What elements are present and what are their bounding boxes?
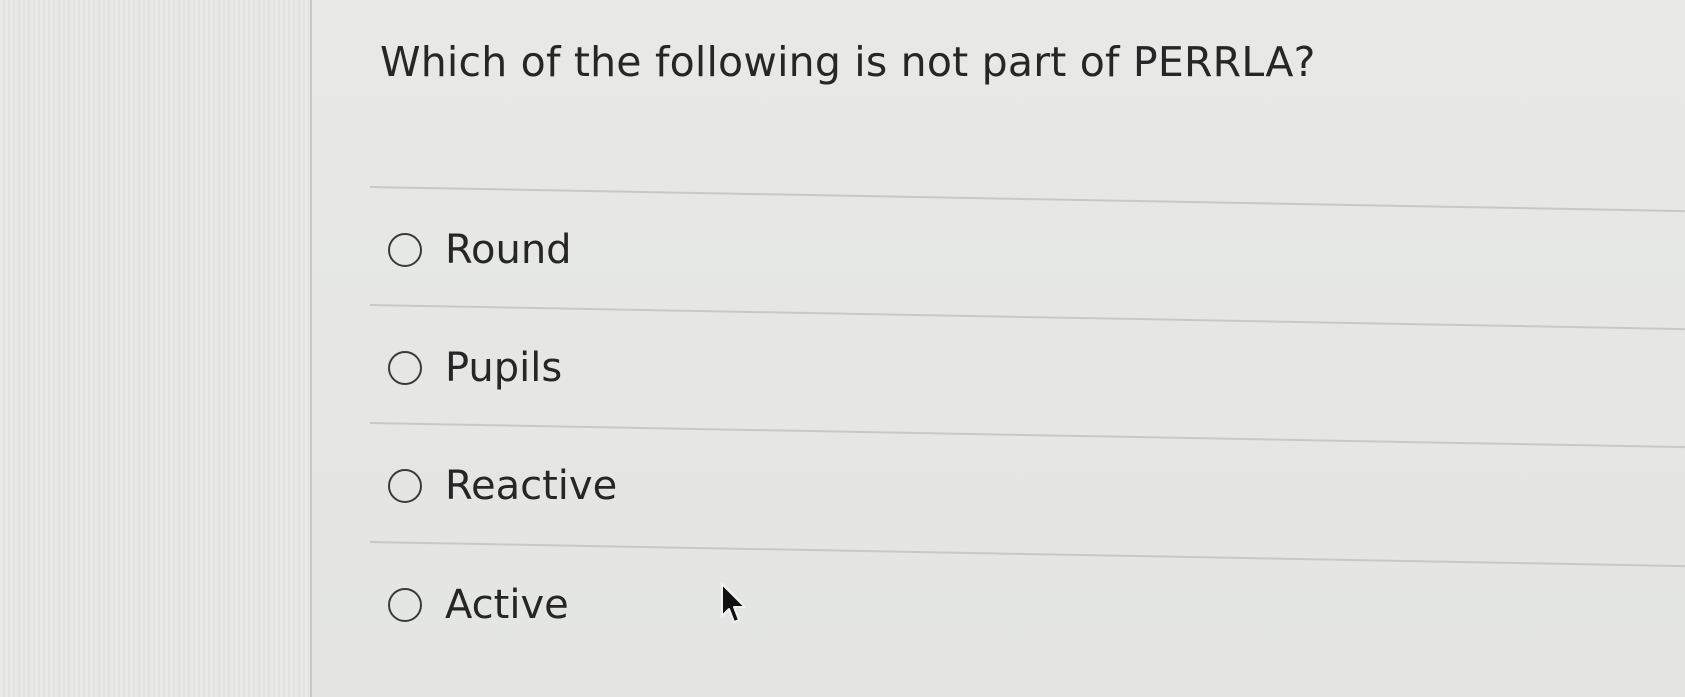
- left-panel: [0, 0, 310, 697]
- answer-option-reactive[interactable]: Reactive: [388, 461, 617, 511]
- answer-label: Round: [445, 227, 572, 273]
- answer-label: Pupils: [445, 345, 563, 391]
- radio-unselected-icon[interactable]: [388, 233, 422, 267]
- mouse-pointer-icon: [721, 583, 746, 623]
- answer-label: Reactive: [445, 463, 618, 509]
- question-text: Which of the following is not part of PE…: [380, 38, 1316, 86]
- answer-option-round[interactable]: Round: [388, 225, 572, 275]
- answer-option-pupils[interactable]: Pupils: [388, 343, 562, 393]
- radio-unselected-icon[interactable]: [388, 351, 422, 385]
- answer-label: Active: [445, 582, 569, 628]
- radio-unselected-icon[interactable]: [388, 588, 422, 622]
- answer-option-active[interactable]: Active: [388, 580, 569, 630]
- radio-unselected-icon[interactable]: [388, 469, 422, 503]
